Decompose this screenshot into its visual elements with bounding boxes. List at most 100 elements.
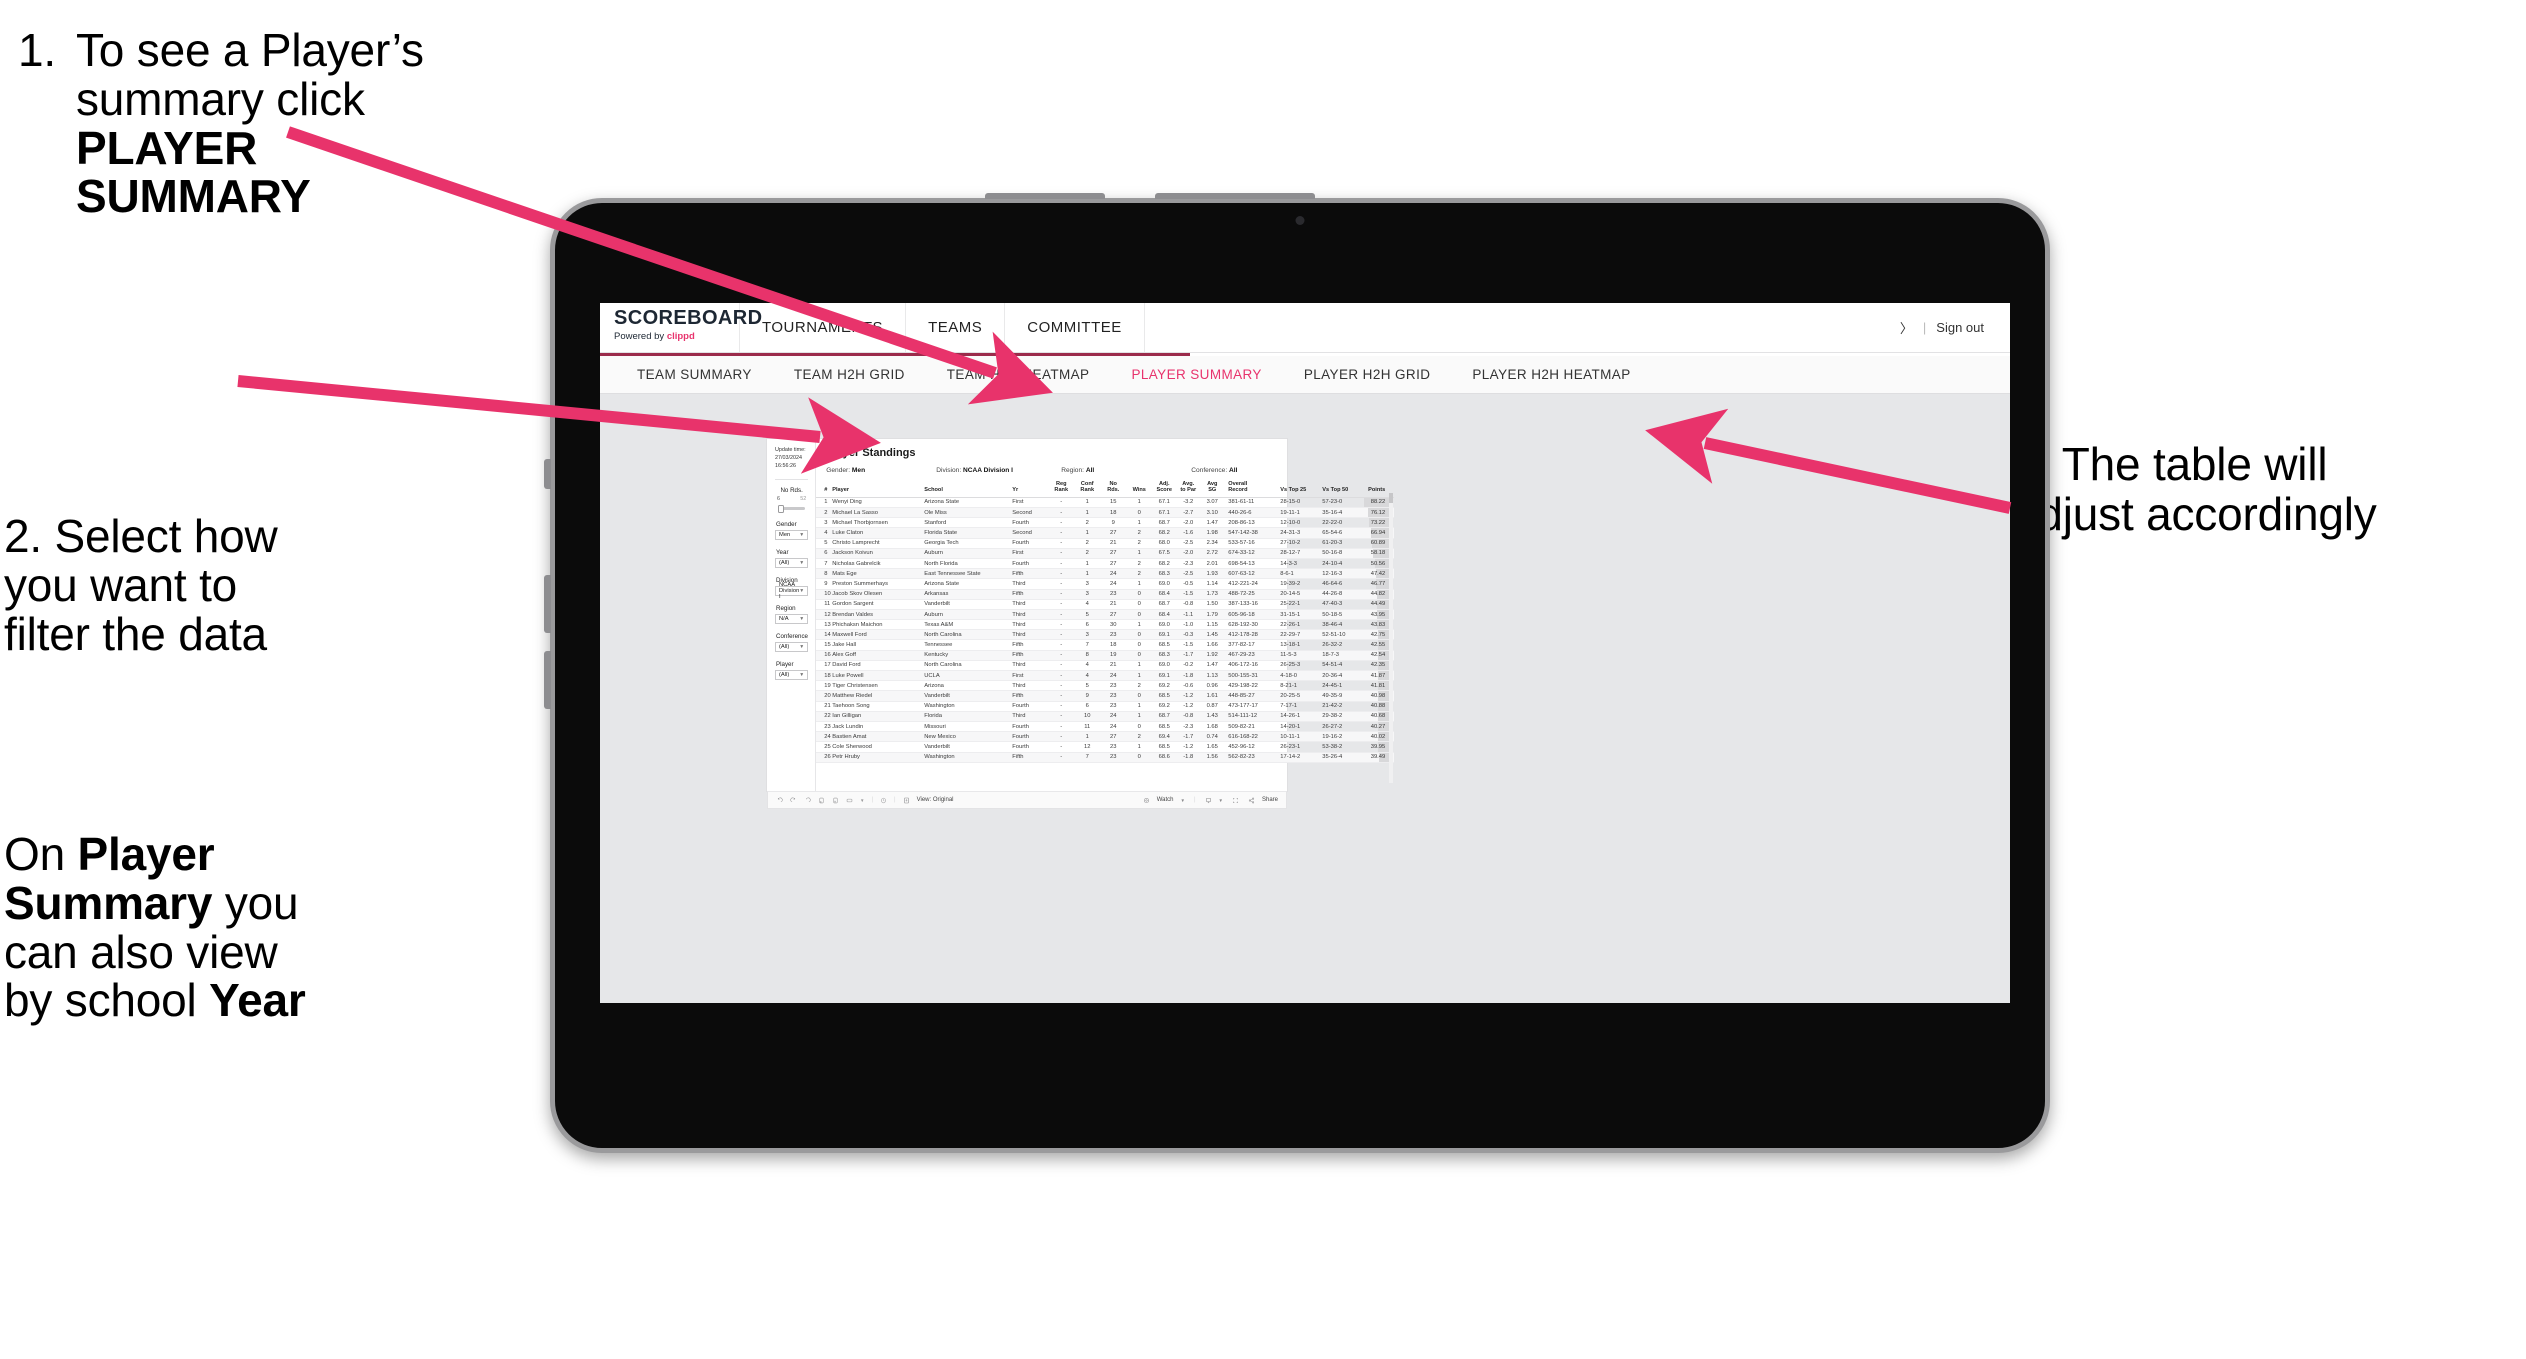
table-cell-overall: 412-221-24 [1224,578,1281,590]
table-row[interactable]: 21 Taehoon Song Washington Fourth -6 23 1 69.2-… [816,701,1395,712]
slide-root: 1. To see a Player’s summary click PLAYE… [0,0,2526,1359]
table-row[interactable]: 10 Jacob Skov Olesen Arkansas Fifth -3 23 0 68.… [816,589,1395,600]
filter-select-region[interactable]: N/A ▼ [775,614,809,625]
table-cell-player: Michael La Sasso [832,507,925,519]
slider-handle[interactable] [778,504,784,513]
toolbar-view-group[interactable]: View: Original [903,797,954,804]
table-row[interactable]: 12 Brendan Valdes Auburn Third -5 27 0 68.4 -1.1… [816,609,1395,621]
table-col-header-2[interactable]: School [924,481,1013,498]
history-clock-icon[interactable] [880,797,887,804]
table-row[interactable]: 5 Christo Lamprecht Georgia Tech Fourth -2 21… [816,538,1395,549]
table-row[interactable]: 8 Mats Ege East Tennessee State Fifth -1 24 2 6… [816,568,1395,580]
tab-team-h2h-grid[interactable]: TEAM H2H GRID [773,367,926,382]
pause-data-icon[interactable] [832,797,839,804]
tab-player-summary[interactable]: PLAYER SUMMARY [1110,367,1282,382]
table-row[interactable]: 15 Jake Hall Tennessee Fifth -7 18 0 68.5 -1.5 1.… [816,639,1395,651]
table-cell-avg-: -1.5 [1176,639,1201,651]
tablet-device-frame: SCOREBOARD Powered by clippd TOURNAMENTS… [544,193,2050,1153]
table-cell-adj-: 68.5 [1152,721,1177,733]
table-cell-player: Jack Lundin [832,721,925,733]
table-row[interactable]: 4 Luke Claton Florida State Second -1 27 2 68.2… [816,527,1395,539]
table-cell-vs-top-25: 22-26-1 [1280,619,1323,631]
table-row[interactable]: 1 Wenyi Ding Arizona State First -1 15 1 67.1 -3… [816,497,1395,509]
table-row[interactable]: 19 Tiger Christensen Arizona Third -5 23 2 69.2… [816,680,1395,692]
redo-icon[interactable] [790,797,797,804]
logo-tagline: Powered by clippd [614,331,739,342]
table-col-header-0[interactable]: # [816,481,833,498]
table-col-header-6[interactable]: No Rds. [1100,481,1127,498]
table-cell-avg: 1.98 [1200,527,1225,539]
filter-select-gender[interactable]: Men ▼ [775,530,809,541]
filter-select-division[interactable]: NCAA Division I ▼ [775,582,809,600]
table-col-header-8[interactable]: Adj. Score [1152,481,1177,498]
table-row[interactable]: 7 Nicholas Gabrelcik North Florida Fourth -1… [816,558,1395,570]
table-row[interactable]: 26 Petr Hruby Washington Fifth -7 23 0 68.6 -1.8… [816,752,1395,763]
share-button[interactable]: Share [1248,797,1278,804]
device-layout-icon[interactable] [846,797,853,804]
undo-icon[interactable] [776,797,783,804]
tab-team-h2h-heatmap[interactable]: TEAM H2H HEATMAP [926,367,1111,382]
chevron-down-icon[interactable]: ▼ [1180,798,1184,803]
table-cell-no: 24 [1100,711,1127,722]
table-row[interactable]: 25 Cole Sherwood Vanderbilt Fourth -12 23 1 68.… [816,741,1395,753]
table-row[interactable]: 18 Luke Powell UCLA First -4 24 1 69.1 -1.8 1.13 5… [816,670,1395,682]
scrollbar-thumb[interactable] [1389,493,1394,503]
logo-clippd-text: clippd [666,331,695,342]
tab-player-h2h-heatmap[interactable]: PLAYER H2H HEATMAP [1451,367,1651,382]
table-row[interactable]: 6 Jackson Koivun Auburn First -2 27 1 67.5 -2.0 2… [816,548,1395,559]
table-cell-no: 23 [1100,680,1127,692]
filter-select-player[interactable]: (All) ▼ [775,670,809,681]
table-col-header-12[interactable]: Vs Top 25 [1280,481,1323,498]
table-cell-overall: 533-57-16 [1224,538,1281,549]
filter-select-year[interactable]: (All) ▼ [775,558,809,569]
table-scrollbar[interactable] [1389,493,1394,783]
table-row[interactable]: 11 Gordon Sargent Vanderbilt Third -4 21 0 68.7… [816,599,1395,610]
table-row[interactable]: 14 Maxwell Ford North Carolina Third -3 23 0 69… [816,629,1395,641]
chevron-down-icon[interactable]: ▼ [860,798,864,803]
refresh-data-icon[interactable] [818,797,825,804]
no-rounds-slider[interactable] [778,504,806,513]
table-cell-conf: 10 [1074,711,1101,722]
table-row[interactable]: 24 Bastien Amat New Mexico Fourth -1 27 2 69.4-… [816,731,1395,743]
nav-item-teams[interactable]: TEAMS [906,303,1006,352]
chevron-down-icon[interactable]: ▼ [1219,798,1223,803]
tab-player-h2h-grid[interactable]: PLAYER H2H GRID [1283,367,1452,382]
app-logo[interactable]: SCOREBOARD Powered by clippd [600,303,762,352]
filter-select-conference[interactable]: (All) ▼ [775,642,809,653]
table-cell-conf: 1 [1074,507,1101,519]
table-row[interactable]: 3 Michael Thorbjornsen Stanford Fourth -2 9 1 6… [816,517,1395,529]
tab-team-summary[interactable]: TEAM SUMMARY [616,367,773,382]
account-chevron-icon[interactable]: 〉 [1900,318,1913,337]
table-col-header-5[interactable]: Conf Rank [1074,481,1101,498]
table-row[interactable]: 16 Alex Goff Kentucky Fifth -8 19 0 68.3 -1.7 1.9… [816,650,1395,661]
download-button[interactable]: ▼ [1205,797,1223,804]
table-col-header-1[interactable]: Player [832,481,925,498]
table-cell-avg-: -2.3 [1176,558,1201,570]
nav-item-tournaments[interactable]: TOURNAMENTS [740,303,907,352]
table-col-header-3[interactable]: Yr [1012,481,1049,498]
table-col-header-13[interactable]: Vs Top 50 [1322,481,1365,498]
table-cell-no: 23 [1100,701,1127,712]
sign-out-link[interactable]: Sign out [1936,320,1984,335]
table-cell-vs-top-25: 4-18-0 [1280,670,1323,682]
table-col-header-7[interactable]: Wins [1126,481,1153,498]
table-row[interactable]: 23 Jack Lundin Missouri Fourth -11 24 0 68.5 -2.… [816,721,1395,733]
table-col-header-4[interactable]: Reg Rank [1048,481,1075,498]
table-row[interactable]: 2 Michael La Sasso Ole Miss Second -1 18 0 67.1… [816,507,1395,519]
fullscreen-icon[interactable] [1232,797,1239,804]
table-row[interactable]: 22 Ian Gilligan Florida Third -10 24 1 68.7 -0.8… [816,711,1395,722]
table-col-header-9[interactable]: Avg. to Par [1176,481,1201,498]
revert-icon[interactable] [804,797,811,804]
table-row[interactable]: 17 David Ford North Carolina Third -4 21 1 69.0… [816,660,1395,672]
table-col-header-11[interactable]: Overall Record [1224,481,1281,498]
table-col-header-10[interactable]: Avg SG [1200,481,1225,498]
table-row[interactable]: 20 Matthew Riedel Vanderbilt Fifth -9 23 0 68.5… [816,690,1395,702]
table-cell-player: Preston Summerhays [832,578,925,590]
table-cell-wins: 0 [1126,589,1153,600]
table-row[interactable]: 9 Preston Summerhays Arizona State Third -3 2… [816,578,1395,590]
table-row[interactable]: 13 Phichaksn Maichon Texas A&M Third -6 30 1 69… [816,619,1395,631]
watch-button[interactable]: Watch ▼ [1143,797,1185,804]
table-cell-avg-: -1.2 [1176,690,1201,702]
chevron-down-icon: ▼ [799,672,805,679]
nav-item-committee[interactable]: COMMITTEE [1005,303,1145,352]
